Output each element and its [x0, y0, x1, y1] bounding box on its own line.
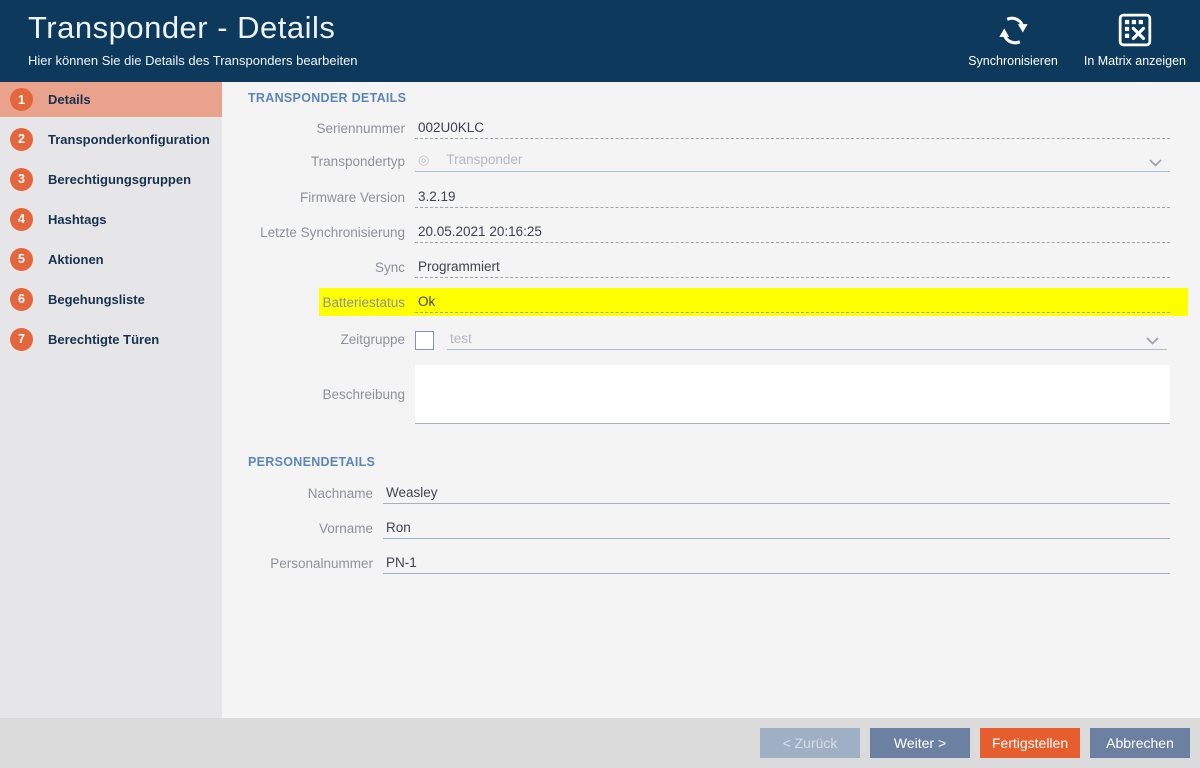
zeitgruppe-checkbox[interactable] [415, 331, 434, 350]
firmware-version-label: Firmware Version [222, 190, 405, 208]
wizard-footer: < Zurück Weiter > Fertigstellen Abbreche… [0, 718, 1200, 768]
letzte-synchronisierung-value: 20.05.2021 20:16:25 [415, 224, 1170, 243]
sidebar-item-begehungsliste[interactable]: 6 Begehungsliste [0, 279, 222, 319]
sidebar-item-berechtigungsgruppen[interactable]: 3 Berechtigungsgruppen [0, 159, 222, 199]
page-title: Transponder - Details [28, 10, 335, 46]
vorname-label: Vorname [222, 521, 373, 539]
field-row-personalnummer: Personalnummer PN-1 [222, 552, 1170, 574]
sidebar-item-label: Details [48, 92, 91, 107]
matrix-icon [1117, 8, 1153, 52]
field-row-vorname: Vorname Ron [222, 517, 1170, 539]
field-row-nachname: Nachname Weasley [222, 482, 1170, 504]
chevron-down-icon [1149, 159, 1162, 167]
page-subtitle: Hier können Sie die Details des Transpon… [28, 53, 358, 68]
field-row-beschreibung: Beschreibung [222, 365, 1170, 424]
sidebar-item-details[interactable]: 1 Details [0, 82, 222, 117]
step-number-badge: 6 [10, 288, 33, 311]
synchronize-button[interactable]: Synchronisieren [968, 8, 1058, 68]
beschreibung-textarea[interactable] [415, 365, 1170, 424]
show-in-matrix-button[interactable]: In Matrix anzeigen [1084, 8, 1186, 68]
seriennummer-label: Seriennummer [222, 121, 405, 139]
section-title-personendetails: PERSONENDETAILS [248, 455, 375, 469]
field-row-transpondertyp: Transpondertyp ◎Transponder [222, 150, 1170, 172]
field-row-letzte-synchronisierung: Letzte Synchronisierung 20.05.2021 20:16… [222, 221, 1170, 243]
sidebar-item-berechtigte-tueren[interactable]: 7 Berechtigte Türen [0, 319, 222, 359]
step-number-badge: 3 [10, 168, 33, 191]
step-number-badge: 4 [10, 208, 33, 231]
sidebar-item-transponderkonfiguration[interactable]: 2 Transponderkonfiguration [0, 119, 222, 159]
wizard-step-sidebar: 1 Details 2 Transponderkonfiguration 3 B… [0, 82, 222, 718]
field-row-firmware-version: Firmware Version 3.2.19 [222, 186, 1170, 208]
step-number-badge: 1 [10, 88, 33, 111]
sync-value: Programmiert [415, 259, 1170, 278]
sidebar-item-label: Transponderkonfiguration [48, 132, 210, 147]
transponder-type-icon: ◎ [418, 152, 429, 167]
step-number-badge: 2 [10, 128, 33, 151]
beschreibung-label: Beschreibung [222, 387, 405, 402]
sidebar-item-label: Berechtigungsgruppen [48, 172, 191, 187]
details-form: TRANSPONDER DETAILS Seriennummer 002U0KL… [222, 82, 1200, 718]
field-row-seriennummer: Seriennummer 002U0KLC [222, 117, 1170, 139]
batteriestatus-value: Ok [415, 294, 1170, 313]
personalnummer-input[interactable]: PN-1 [383, 555, 1170, 574]
sidebar-item-label: Aktionen [48, 252, 104, 267]
field-row-zeitgruppe: Zeitgruppe test [222, 326, 1167, 350]
sidebar-item-label: Berechtigte Türen [48, 332, 159, 347]
section-title-transponder-details: TRANSPONDER DETAILS [248, 91, 406, 105]
step-number-badge: 5 [10, 248, 33, 271]
chevron-down-icon [1146, 337, 1159, 345]
sidebar-item-aktionen[interactable]: 5 Aktionen [0, 239, 222, 279]
cancel-button[interactable]: Abbrechen [1090, 728, 1190, 758]
batteriestatus-label: Batteriestatus [222, 295, 405, 313]
header-bar: Transponder - Details Hier können Sie di… [0, 0, 1200, 82]
next-button[interactable]: Weiter > [870, 728, 970, 758]
letzte-synchronisierung-label: Letzte Synchronisierung [222, 225, 405, 243]
nachname-input[interactable]: Weasley [383, 485, 1170, 504]
synchronize-label: Synchronisieren [968, 54, 1058, 68]
sidebar-item-label: Hashtags [48, 212, 107, 227]
header-actions: Synchronisieren In Matrix anzeigen [968, 8, 1186, 68]
personalnummer-label: Personalnummer [222, 556, 373, 574]
field-row-sync: Sync Programmiert [222, 256, 1170, 278]
step-number-badge: 7 [10, 328, 33, 351]
finish-button[interactable]: Fertigstellen [980, 728, 1080, 758]
zeitgruppe-label: Zeitgruppe [222, 332, 405, 350]
back-button[interactable]: < Zurück [760, 728, 860, 758]
firmware-version-value: 3.2.19 [415, 189, 1170, 208]
zeitgruppe-dropdown[interactable]: test [447, 331, 1167, 350]
show-in-matrix-label: In Matrix anzeigen [1084, 54, 1186, 68]
sidebar-item-hashtags[interactable]: 4 Hashtags [0, 199, 222, 239]
sync-label: Sync [222, 260, 405, 278]
field-row-batteriestatus: Batteriestatus Ok [222, 291, 1170, 313]
transpondertyp-label: Transpondertyp [222, 154, 405, 172]
seriennummer-value: 002U0KLC [415, 120, 1170, 139]
sidebar-item-label: Begehungsliste [48, 292, 145, 307]
transpondertyp-dropdown[interactable]: ◎Transponder [415, 152, 1170, 172]
nachname-label: Nachname [222, 486, 373, 504]
sync-icon [995, 8, 1032, 52]
vorname-input[interactable]: Ron [383, 520, 1170, 539]
